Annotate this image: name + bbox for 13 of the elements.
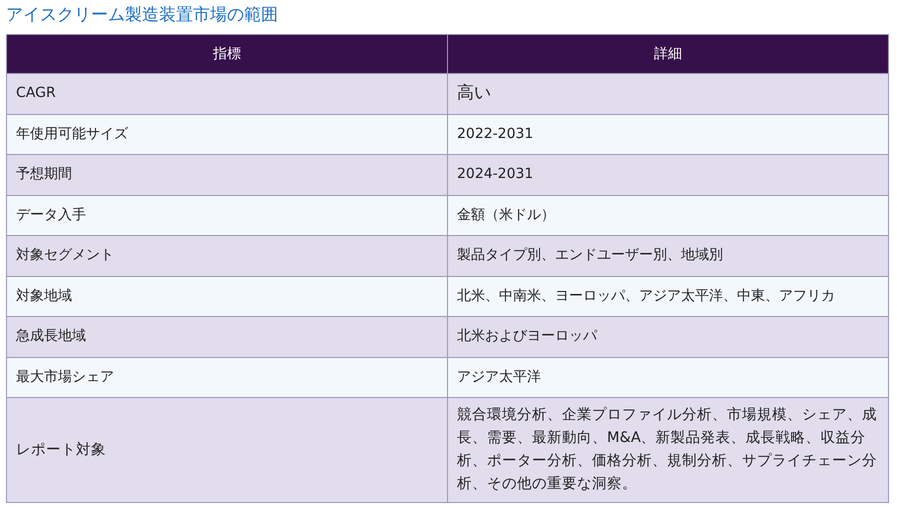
column-header: 指標 [6,34,448,74]
table-cell: 急成長地域 [6,316,448,357]
table-cell: 競合環境分析、企業プロファイル分析、市場規模、シェア、成長、需要、最新動向、M&A、新製品発表、成長戦略、収益分析、ポーター分析、価格分析、規制分析、サプライチェーン分析、その他の重要な洞察。 [448,398,888,502]
table-cell: 2024-2031 [448,154,888,195]
table-cell: CAGR [6,74,448,114]
table-cell: 予想期間 [6,154,448,195]
table-cell: 対象セグメント [6,236,448,276]
table-cell: レポート対象 [6,398,448,502]
section-title: アイスクリーム製造装置市場の範囲 [6,4,278,27]
column-header: 詳細 [448,34,888,74]
table-cell: 製品タイプ別、エンドユーザー別、地域別 [448,236,888,276]
table-cell: 北米およびヨーロッパ [448,316,888,357]
table-cell: 高い [448,74,888,114]
